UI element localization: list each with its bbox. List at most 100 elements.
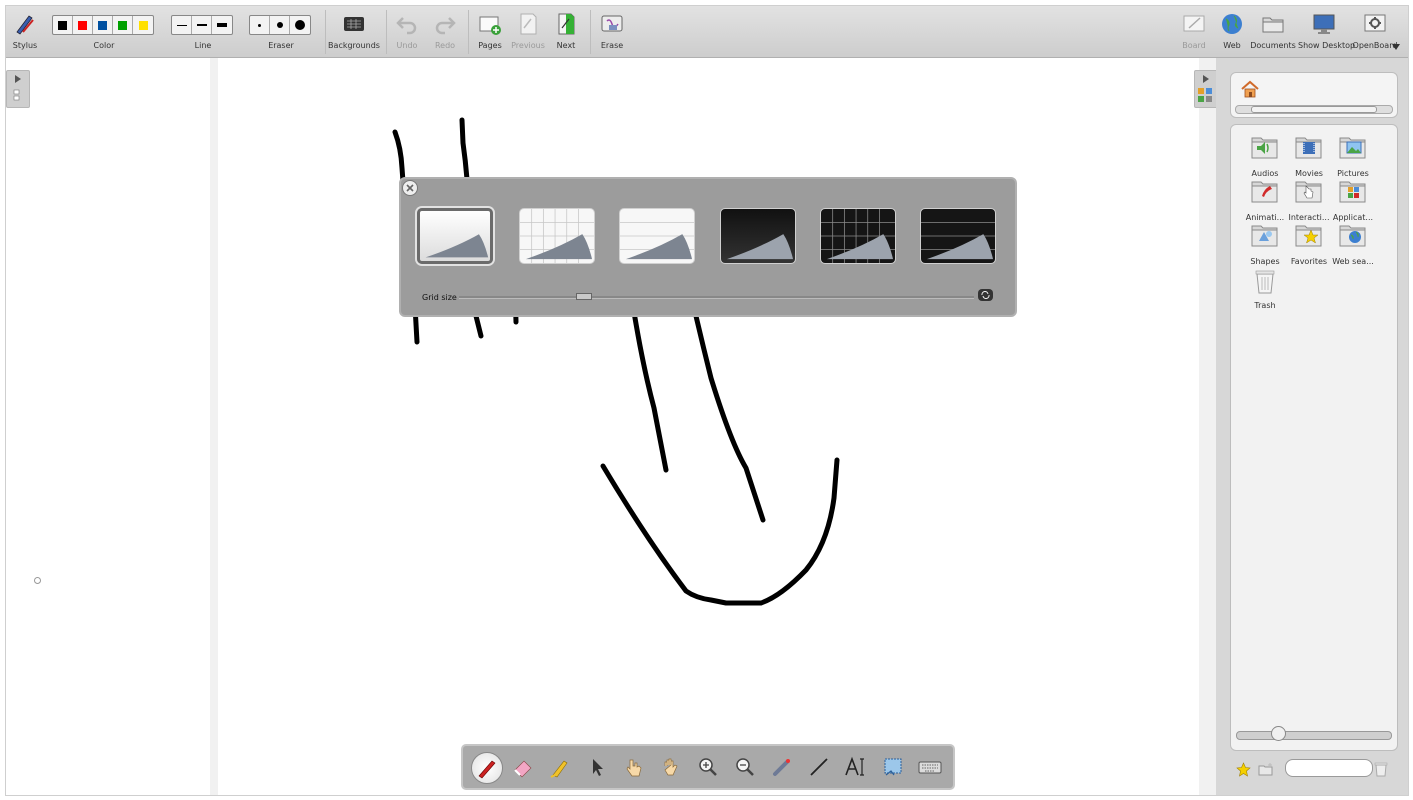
eraser-large[interactable]	[290, 16, 310, 34]
ruled-page-icon	[921, 222, 995, 260]
library-browser: Audios Movies Pictures Animati... Interacti.…	[1230, 124, 1398, 751]
color-red[interactable]	[73, 16, 93, 34]
thumbnail-size-slider[interactable]	[1236, 731, 1392, 740]
color-blue[interactable]	[93, 16, 113, 34]
thumbnail-size-handle[interactable]	[1271, 726, 1286, 741]
background-black-grid[interactable]	[820, 208, 896, 264]
background-black-ruled[interactable]	[920, 208, 996, 264]
stylus-button[interactable]: Stylus	[6, 6, 44, 57]
documents-button[interactable]: Documents	[1250, 6, 1296, 57]
pen-tool-button[interactable]	[471, 752, 503, 784]
zoom-in-tool-button[interactable]	[693, 752, 723, 782]
play-tool-button[interactable]	[619, 752, 649, 782]
home-icon[interactable]	[1240, 80, 1260, 98]
text-tool-button[interactable]	[841, 752, 871, 782]
page-curl-icon	[425, 234, 489, 258]
add-page-icon	[479, 16, 501, 35]
pan-hand-icon	[664, 758, 678, 776]
highlighter-icon	[550, 760, 568, 778]
ink-strokes	[392, 117, 840, 606]
library-folder[interactable]: Trash	[1243, 265, 1287, 310]
show-desktop-button[interactable]: Show Desktop	[1298, 6, 1355, 57]
zoom-in-icon	[699, 758, 717, 776]
laser-pointer-tool-button[interactable]	[767, 752, 797, 782]
web-button[interactable]: Web	[1216, 6, 1248, 57]
library-folder[interactable]: Applicat...	[1331, 177, 1375, 222]
color-yellow[interactable]	[133, 16, 153, 34]
color-black[interactable]	[53, 16, 73, 34]
color-palette	[52, 15, 154, 35]
tools-palette	[461, 744, 955, 790]
page-curl-icon	[726, 234, 794, 260]
line-thin[interactable]	[172, 16, 192, 34]
reset-grid-size-button[interactable]	[978, 289, 993, 301]
eraser-group: Eraser	[249, 6, 313, 57]
movie-folder-icon	[1295, 137, 1322, 159]
openboard-menu-button[interactable]: OpenBoard	[1352, 6, 1400, 57]
erase-button[interactable]: Erase	[594, 6, 630, 57]
virtual-keyboard-button[interactable]	[915, 752, 945, 782]
background-plain-black[interactable]	[720, 208, 796, 264]
close-popup-button[interactable]	[402, 180, 418, 196]
library-folder-label: Trash	[1254, 301, 1276, 310]
zoom-out-icon	[736, 758, 754, 776]
monitor-icon	[1313, 14, 1335, 34]
grid-page-icon	[821, 209, 895, 263]
library-folder[interactable]: Pictures	[1331, 133, 1375, 178]
library-folder[interactable]: Animati...	[1243, 177, 1287, 222]
trash-icon[interactable]	[1374, 761, 1388, 777]
backgrounds-icon	[344, 17, 364, 31]
audio-folder-icon	[1251, 137, 1278, 159]
grid-page-icon	[520, 209, 594, 263]
openboard-window: Stylus Color Line Eraser Backgrounds Und…	[5, 5, 1409, 796]
pointer-icon	[593, 759, 603, 776]
eraser-tool-button[interactable]	[508, 752, 538, 782]
line-width-selector	[171, 15, 233, 35]
library-folder[interactable]: Shapes	[1243, 221, 1287, 266]
new-folder-icon[interactable]	[1258, 762, 1274, 777]
picture-folder-icon	[1339, 137, 1366, 159]
shapes-folder-icon	[1251, 225, 1278, 247]
selector-tool-button[interactable]	[582, 752, 612, 782]
backgrounds-button[interactable]: Backgrounds	[328, 6, 380, 57]
background-white-ruled[interactable]	[619, 208, 695, 264]
keyboard-icon	[918, 761, 942, 774]
favorites-folder-icon	[1295, 225, 1322, 247]
trash-icon	[1255, 270, 1275, 294]
eraser-icon	[514, 760, 532, 778]
interactive-folder-icon	[1295, 181, 1322, 203]
eraser-medium[interactable]	[270, 16, 290, 34]
background-plain-white[interactable]	[417, 208, 493, 264]
library-folder[interactable]: Favorites	[1287, 221, 1331, 266]
pages-button[interactable]: Pages	[472, 6, 508, 57]
capture-tool-button[interactable]	[878, 752, 908, 782]
line-medium[interactable]	[192, 16, 212, 34]
library-folder[interactable]: Movies	[1287, 133, 1331, 178]
eraser-small[interactable]	[250, 16, 270, 34]
color-green[interactable]	[113, 16, 133, 34]
next-page-button[interactable]: Next	[548, 6, 584, 57]
scrollbar-thumb[interactable]	[1251, 106, 1377, 113]
library-folder[interactable]: Audios	[1243, 133, 1287, 178]
hand-tool-button[interactable]	[656, 752, 686, 782]
folder-icon	[1262, 17, 1284, 33]
undo-button[interactable]: Undo	[390, 6, 424, 57]
library-navigation	[1230, 72, 1398, 118]
previous-page-button[interactable]: Previous	[510, 6, 546, 57]
grid-size-slider-handle[interactable]	[576, 293, 592, 300]
star-icon[interactable]	[1236, 762, 1251, 777]
zoom-out-tool-button[interactable]	[730, 752, 760, 782]
line-thick[interactable]	[212, 16, 232, 34]
library-folder[interactable]: Web sea...	[1331, 221, 1375, 266]
drawing-board[interactable]: Grid size	[6, 58, 1218, 795]
library-folder[interactable]: Interacti...	[1287, 177, 1331, 222]
line-tool-button[interactable]	[804, 752, 834, 782]
highlighter-tool-button[interactable]	[545, 752, 575, 782]
redo-button[interactable]: Redo	[428, 6, 462, 57]
grid-size-slider[interactable]	[459, 296, 974, 299]
line-group: Line	[171, 6, 235, 57]
globe-icon	[1222, 14, 1242, 34]
board-button[interactable]: Board	[1178, 6, 1210, 57]
library-search-input[interactable]	[1285, 759, 1373, 777]
background-white-grid[interactable]	[519, 208, 595, 264]
